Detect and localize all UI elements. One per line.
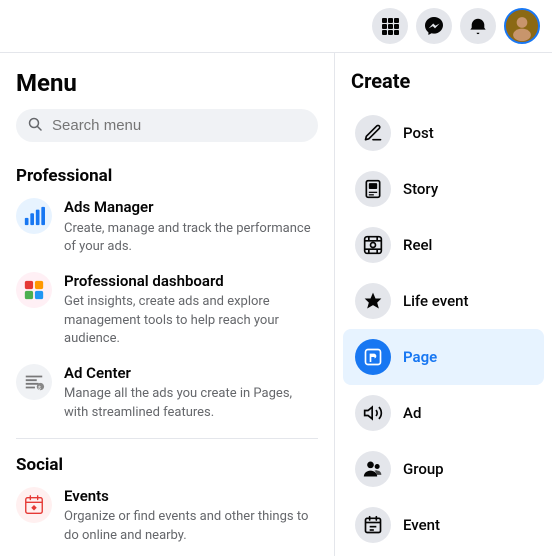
- search-input[interactable]: [16, 109, 318, 142]
- menu-item-events[interactable]: Events Organize or find events and other…: [8, 479, 326, 553]
- avatar[interactable]: [504, 8, 540, 44]
- ads-manager-title: Ads Manager: [64, 198, 318, 218]
- create-item-reel[interactable]: Reel: [343, 217, 544, 273]
- professional-dashboard-text: Professional dashboard Get insights, cre…: [64, 272, 318, 348]
- bell-icon: [469, 17, 487, 35]
- search-container: [16, 109, 318, 142]
- professional-dashboard-icon: [16, 272, 52, 308]
- event-icon: [355, 507, 391, 543]
- ads-manager-desc: Create, manage and track the performance…: [64, 220, 318, 256]
- menu-item-professional-dashboard[interactable]: Professional dashboard Get insights, cre…: [8, 264, 326, 356]
- create-item-page[interactable]: Page: [343, 329, 544, 385]
- ad-label: Ad: [403, 404, 421, 422]
- menu-item-ads-manager[interactable]: Ads Manager Create, manage and track the…: [8, 190, 326, 264]
- story-label: Story: [403, 180, 438, 198]
- create-item-group[interactable]: Group: [343, 441, 544, 497]
- reel-icon: [355, 227, 391, 263]
- section-label-professional: Professional: [8, 158, 326, 190]
- ads-manager-text: Ads Manager Create, manage and track the…: [64, 198, 318, 256]
- professional-dashboard-desc: Get insights, create ads and explore man…: [64, 293, 318, 348]
- ad-center-desc: Manage all the ads you create in Pages, …: [64, 385, 318, 421]
- right-panel: Create Post Story: [335, 53, 552, 556]
- event-label: Event: [403, 516, 440, 534]
- post-label: Post: [403, 124, 434, 142]
- events-icon: [16, 487, 52, 523]
- create-item-post[interactable]: Post: [343, 105, 544, 161]
- section-label-social: Social: [8, 447, 326, 479]
- ads-manager-icon: [16, 198, 52, 234]
- reel-label: Reel: [403, 236, 432, 254]
- messenger-icon: [424, 16, 444, 36]
- messenger-icon-button[interactable]: [416, 8, 452, 44]
- grid-icon: [381, 17, 399, 35]
- story-icon: [355, 171, 391, 207]
- group-icon: [355, 451, 391, 487]
- page-icon: [355, 339, 391, 375]
- search-icon: [28, 117, 42, 135]
- ad-center-icon: $: [16, 364, 52, 400]
- top-nav: [0, 0, 552, 53]
- menu-title: Menu: [8, 69, 326, 109]
- menu-item-ad-center[interactable]: $ Ad Center Manage all the ads you creat…: [8, 356, 326, 430]
- life-event-label: Life event: [403, 292, 468, 310]
- post-icon: [355, 115, 391, 151]
- events-text: Events Organize or find events and other…: [64, 487, 318, 545]
- create-title: Create: [343, 69, 544, 105]
- divider-professional-social: [16, 438, 318, 439]
- left-panel: Menu Professional: [0, 53, 335, 556]
- group-label: Group: [403, 460, 444, 478]
- life-event-icon: [355, 283, 391, 319]
- create-item-story[interactable]: Story: [343, 161, 544, 217]
- bell-icon-button[interactable]: [460, 8, 496, 44]
- ad-icon: [355, 395, 391, 431]
- ad-center-text: Ad Center Manage all the ads you create …: [64, 364, 318, 422]
- page-label: Page: [403, 348, 437, 366]
- professional-dashboard-title: Professional dashboard: [64, 272, 318, 292]
- ad-center-title: Ad Center: [64, 364, 318, 384]
- events-desc: Organize or find events and other things…: [64, 508, 318, 544]
- grid-icon-button[interactable]: [372, 8, 408, 44]
- create-item-life-event[interactable]: Life event: [343, 273, 544, 329]
- events-title: Events: [64, 487, 318, 507]
- create-item-event[interactable]: Event: [343, 497, 544, 553]
- create-item-ad[interactable]: Ad: [343, 385, 544, 441]
- main-layout: Menu Professional: [0, 53, 552, 556]
